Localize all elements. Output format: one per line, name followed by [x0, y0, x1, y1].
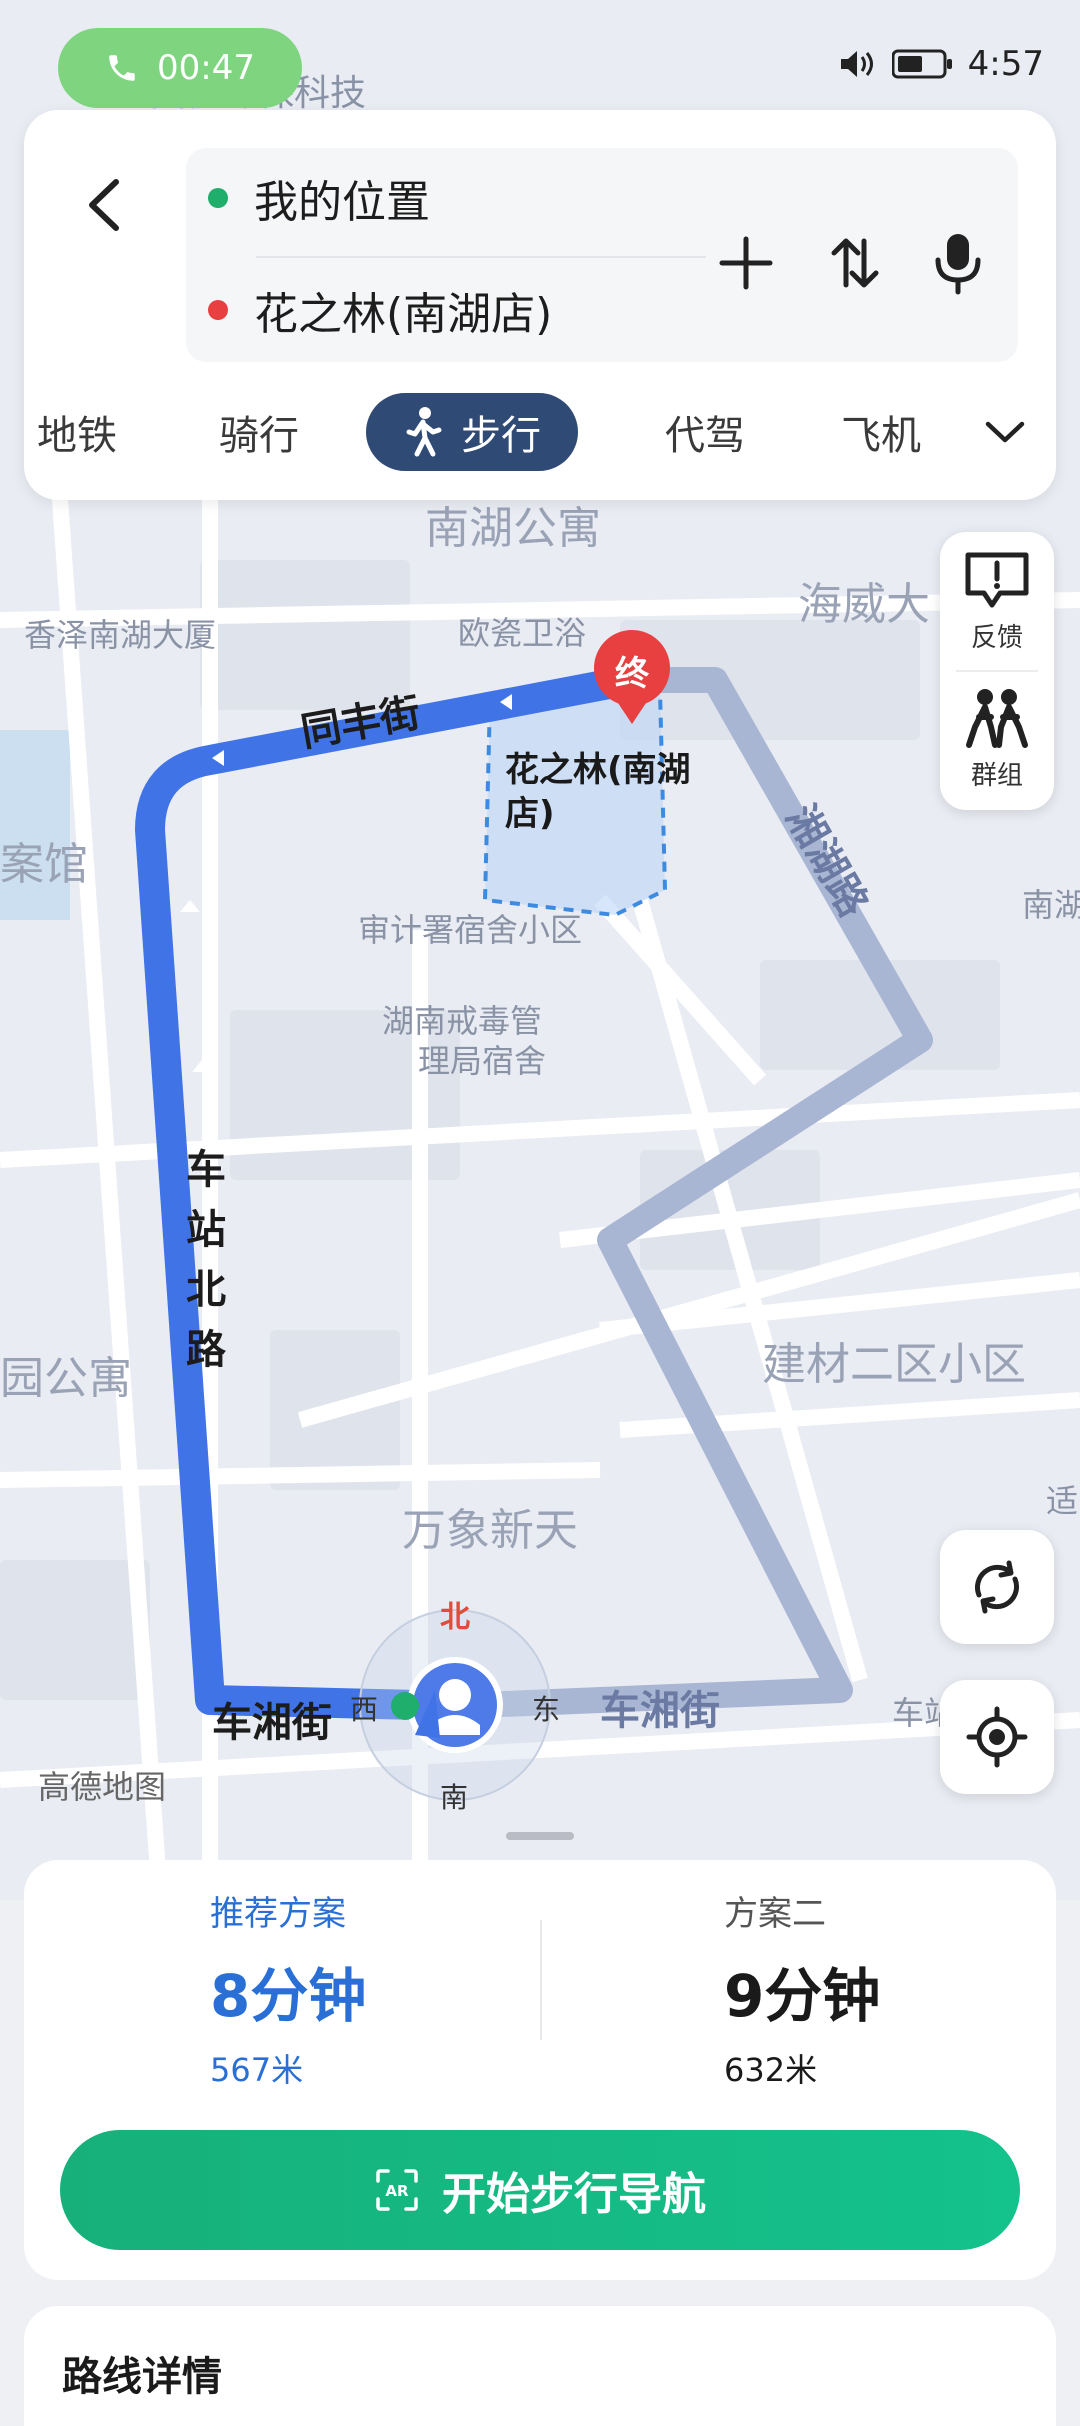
tab-designated-driver[interactable]: 代驾 [650, 390, 760, 474]
poi-label: 理局宿舍 [418, 1042, 547, 1080]
destination-label: 花之林(南湖店) [505, 750, 691, 834]
voice-input-button[interactable] [918, 218, 998, 308]
more-modes-button[interactable] [970, 390, 1040, 474]
status-bar: 00:47 4:57 [0, 0, 1080, 110]
group-button[interactable]: 群组 [940, 674, 1054, 804]
refresh-icon [974, 1560, 1020, 1614]
swap-button[interactable] [814, 218, 894, 308]
poi-label: 适 [1046, 1482, 1079, 1520]
svg-text:AR: AR [385, 2182, 409, 2200]
compass-south: 南 [440, 1781, 469, 1814]
location-target-icon [966, 1706, 1028, 1768]
tab-walking[interactable]: 步行 [366, 393, 578, 471]
transport-mode-tabs: 地铁 骑行 步行 代驾 飞机 [24, 390, 1056, 480]
feedback-icon [965, 552, 1029, 607]
map-attribution: 高德地图 [38, 1768, 167, 1806]
walking-icon [406, 407, 442, 457]
battery-icon [891, 49, 952, 79]
road-label: 车湘街 [212, 1700, 332, 1746]
route-inputs: 我的位置 花之林(南湖店) [186, 148, 1018, 362]
poi-label: 万象新天 [402, 1505, 578, 1556]
start-walking-navigation-button[interactable]: AR 开始步行导航 [60, 2130, 1020, 2250]
plan-time: 9分钟 [724, 1962, 881, 2030]
microphone-icon [935, 234, 981, 295]
locate-me-button[interactable] [940, 1680, 1054, 1794]
plan-distance: 567米 [210, 2051, 304, 2089]
destination-text: 花之林(南湖店) [254, 289, 553, 340]
poi-label: 海威大 [798, 579, 930, 630]
tab-walking-label: 步行 [461, 413, 541, 459]
compass-west: 西 [350, 1693, 379, 1726]
tab-flight[interactable]: 飞机 [826, 390, 936, 474]
side-divider [956, 670, 1038, 672]
poi-label: 园公寓 [0, 1353, 132, 1404]
route-plans-card: 推荐方案 8分钟 567米 方案二 9分钟 632米 AR 开始步行导航 [24, 1860, 1056, 2280]
poi-label: 欧瓷卫浴 [458, 614, 587, 652]
compass-east: 东 [532, 1693, 561, 1726]
refresh-route-button[interactable] [940, 1530, 1054, 1644]
route-details-title: 路线详情 [62, 2354, 222, 2400]
poi-label: 南湖公寓 [425, 503, 601, 554]
tab-subway[interactable]: 地铁 [32, 390, 122, 474]
chevron-left-icon [89, 179, 119, 231]
route-details-card[interactable]: 路线详情 [24, 2306, 1056, 2426]
plan-title: 推荐方案 [210, 1894, 346, 1934]
poi-label: 南湖 [1022, 886, 1080, 924]
poi-label: 建材二区小区 [762, 1339, 1026, 1390]
volume-icon [840, 51, 873, 77]
call-duration: 00:47 [157, 48, 255, 88]
group-icon [966, 688, 1028, 748]
ar-icon: AR [376, 2169, 418, 2211]
phone-icon [109, 55, 135, 81]
destination-dot-icon [208, 300, 228, 320]
swap-icon [831, 238, 879, 288]
feedback-label: 反馈 [970, 622, 1023, 653]
clock: 4:57 [967, 44, 1044, 84]
plan-option-recommended[interactable]: 推荐方案 8分钟 567米 [210, 1886, 670, 2091]
road-label: 车站北路 [186, 1147, 226, 1373]
tab-cycling[interactable]: 骑行 [204, 390, 314, 474]
start-button-label: 开始步行导航 [442, 2169, 706, 2220]
ongoing-call-pill[interactable]: 00:47 [58, 28, 302, 108]
plan-time: 8分钟 [210, 1962, 367, 2030]
destination-field[interactable]: 花之林(南湖店) [208, 260, 552, 360]
poi-label: 案馆 [0, 839, 88, 890]
poi-label: 香泽南湖大厦 [24, 616, 217, 654]
poi-label: 审计署宿舍小区 [358, 911, 583, 949]
plus-icon [719, 236, 773, 290]
map-side-tools: 反馈 群组 [940, 532, 1054, 810]
back-button[interactable] [64, 160, 144, 250]
status-icons: 4:57 [838, 44, 1044, 84]
origin-text: 我的位置 [254, 177, 430, 228]
plan-distance: 632米 [724, 2051, 818, 2089]
route-search-card: 我的位置 花之林(南湖店) 地铁 骑行 步行 代驾 飞机 [24, 110, 1056, 500]
compass-north: 北 [440, 1600, 470, 1635]
feedback-button[interactable]: 反馈 [940, 536, 1054, 666]
road-label: 车湘街 [600, 1688, 720, 1734]
plan-divider [540, 1920, 542, 2040]
origin-dot-icon [208, 188, 228, 208]
chevron-down-icon [985, 421, 1025, 443]
end-marker-label: 终 [615, 654, 649, 694]
plan-option-2[interactable]: 方案二 9分钟 632米 [724, 1886, 1080, 2091]
add-waypoint-button[interactable] [706, 218, 786, 308]
plan-title: 方案二 [724, 1894, 826, 1934]
group-label: 群组 [970, 760, 1023, 791]
input-divider [256, 256, 706, 258]
origin-field[interactable]: 我的位置 [208, 148, 430, 248]
sheet-handle[interactable] [506, 1832, 574, 1840]
